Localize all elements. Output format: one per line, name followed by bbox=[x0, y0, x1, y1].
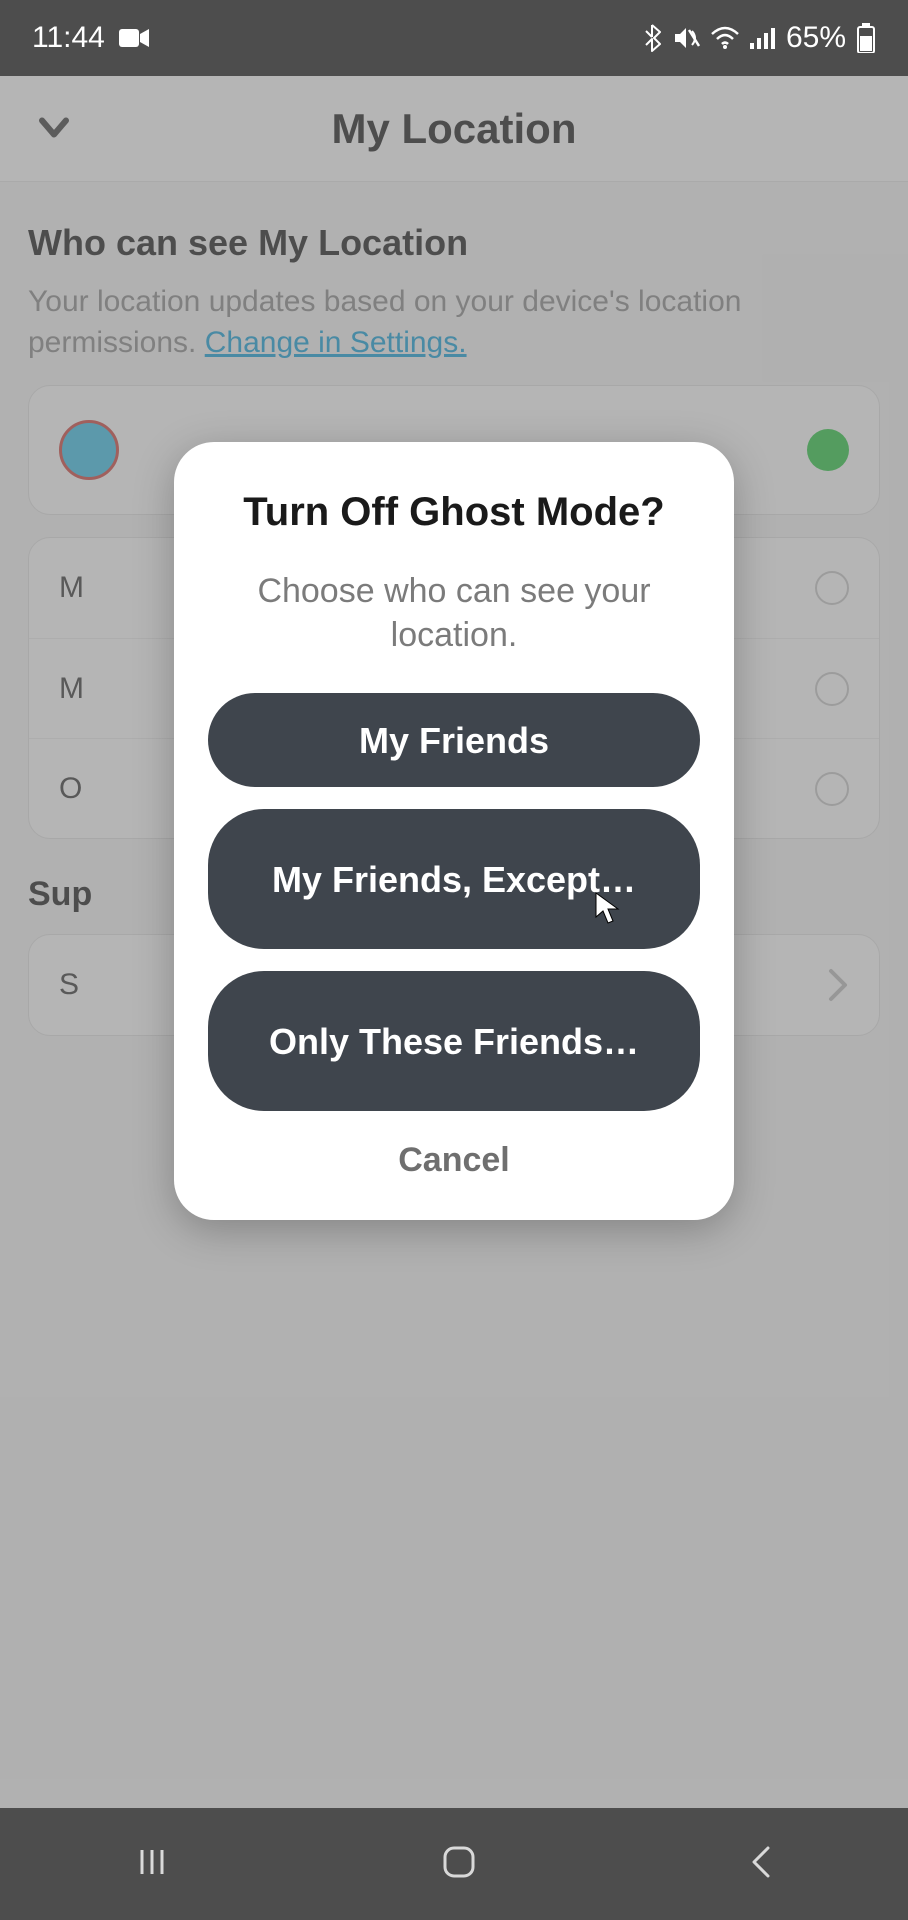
recents-button[interactable] bbox=[132, 1842, 172, 1887]
my-friends-except-button[interactable]: My Friends, Except… bbox=[208, 809, 700, 949]
status-time: 11:44 bbox=[32, 21, 105, 55]
button-label: Only These Friends… bbox=[269, 1019, 639, 1064]
modal-container: Turn Off Ghost Mode? Choose who can see … bbox=[0, 76, 908, 1808]
button-label: My Friends bbox=[359, 718, 549, 763]
battery-percent: 65% bbox=[786, 21, 846, 55]
modal-title: Turn Off Ghost Mode? bbox=[208, 490, 700, 535]
only-these-friends-button[interactable]: Only These Friends… bbox=[208, 971, 700, 1111]
modal-buttons: My Friends My Friends, Except… Only Thes… bbox=[208, 693, 700, 1111]
modal-subtitle: Choose who can see your location. bbox=[208, 569, 700, 657]
back-button[interactable] bbox=[746, 1842, 776, 1887]
my-friends-button[interactable]: My Friends bbox=[208, 693, 700, 787]
wifi-icon bbox=[710, 26, 740, 50]
battery-icon bbox=[856, 23, 876, 53]
android-nav-bar bbox=[0, 1808, 908, 1920]
home-button[interactable] bbox=[437, 1840, 481, 1889]
vibrate-mute-icon bbox=[672, 25, 700, 51]
status-bar-left: 11:44 bbox=[32, 21, 149, 55]
bluetooth-icon bbox=[644, 24, 662, 52]
status-bar: 11:44 65% bbox=[0, 0, 908, 76]
mouse-cursor-icon bbox=[594, 890, 620, 935]
status-bar-right: 65% bbox=[644, 21, 876, 55]
camera-icon bbox=[119, 27, 149, 49]
screen: My Location Who can see My Location Your… bbox=[0, 76, 908, 1808]
signal-icon bbox=[750, 27, 776, 49]
button-label: My Friends, Except… bbox=[272, 857, 636, 902]
cancel-button[interactable]: Cancel bbox=[208, 1141, 700, 1180]
ghost-mode-modal: Turn Off Ghost Mode? Choose who can see … bbox=[174, 442, 734, 1220]
